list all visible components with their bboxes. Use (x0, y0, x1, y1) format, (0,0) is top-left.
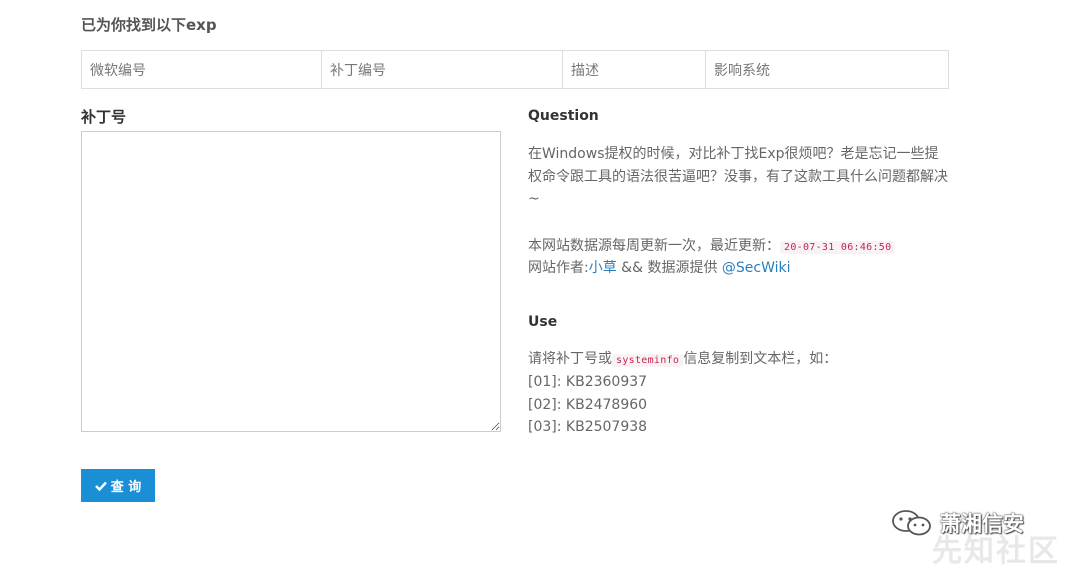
use-heading: Use (528, 314, 558, 330)
source-text: && 数据源提供 (616, 260, 722, 276)
author-line: 网站作者:小草 && 数据源提供 @SecWiki (528, 257, 791, 280)
patch-textarea[interactable] (81, 131, 501, 432)
use-instruction: 请将补丁号或 systeminfo 信息复制到文本栏，如： (528, 348, 837, 373)
column-header-ms-id[interactable]: 微软编号 (81, 50, 322, 89)
column-header-description[interactable]: 描述 (562, 50, 706, 89)
use-instr-prefix: 请将补丁号或 (528, 351, 612, 367)
results-title: 已为你找到以下exp (81, 16, 217, 34)
column-header-affected-systems[interactable]: 影响系统 (705, 50, 949, 89)
wechat-icon (892, 510, 931, 536)
brand-name: 萧湘信安 (940, 512, 1024, 536)
example-line: [03]: KB2507938 (528, 419, 648, 435)
update-prefix: 本网站数据源每周更新一次，最近更新： (528, 238, 780, 254)
example-line: [01]: KB2360937 (528, 374, 648, 390)
update-line: 本网站数据源每周更新一次，最近更新： 20-07-31 06:46:50 (528, 235, 896, 260)
patch-label: 补丁号 (81, 108, 127, 126)
use-instr-suffix: 信息复制到文本栏，如： (683, 351, 838, 367)
check-icon (94, 481, 107, 491)
wechat-watermark: 萧湘信安 (890, 508, 1024, 538)
results-header-row: 微软编号 补丁编号 描述 影响系统 (81, 50, 949, 89)
use-section: Use (528, 311, 557, 334)
author-prefix: 网站作者: (528, 260, 589, 276)
question-description: 在Windows提权的时候，对比补丁找Exp很烦吧？老是忘记一些提权命令跟工具的… (528, 146, 948, 207)
update-timestamp: 20-07-31 06:46:50 (780, 241, 896, 254)
query-button[interactable]: 查 询 (81, 469, 155, 502)
column-header-patch-id[interactable]: 补丁编号 (321, 50, 563, 89)
use-examples: [01]: KB2360937 [02]: KB2478960 [03]: KB… (528, 371, 647, 439)
secwiki-link[interactable]: @SecWiki (722, 260, 791, 276)
question-heading: Question (528, 108, 599, 124)
author-link[interactable]: 小草 (589, 260, 617, 276)
results-table: 微软编号 补丁编号 描述 影响系统 (81, 50, 949, 89)
example-line: [02]: KB2478960 (528, 396, 648, 413)
systeminfo-code: systeminfo (612, 354, 684, 367)
query-button-label: 查 询 (110, 480, 142, 495)
question-section: Question (528, 105, 599, 128)
